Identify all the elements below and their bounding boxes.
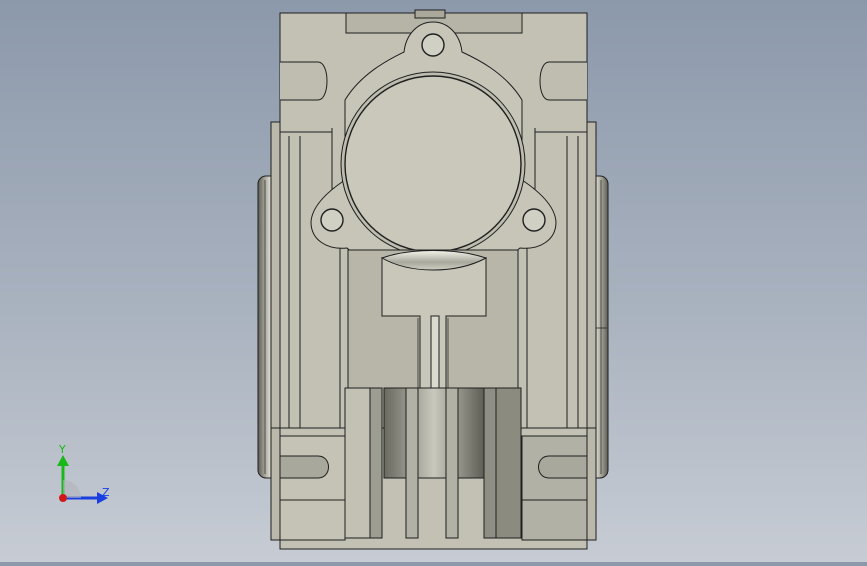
gearbox-model[interactable] bbox=[0, 0, 867, 562]
3d-graphics-viewport[interactable]: Y Z bbox=[0, 0, 867, 562]
y-axis-arrowhead bbox=[57, 455, 69, 466]
coordinate-triad: Y Z bbox=[57, 443, 110, 504]
bolt-hole-top bbox=[421, 33, 445, 57]
bolt-hole-left bbox=[320, 208, 344, 232]
z-axis-label: Z bbox=[102, 486, 110, 499]
lower-shaft-bore bbox=[383, 387, 485, 479]
x-axis-dot bbox=[59, 494, 67, 502]
bolt-hole-right bbox=[522, 208, 546, 232]
output-bore bbox=[344, 75, 522, 253]
y-axis-label: Y bbox=[58, 443, 66, 456]
